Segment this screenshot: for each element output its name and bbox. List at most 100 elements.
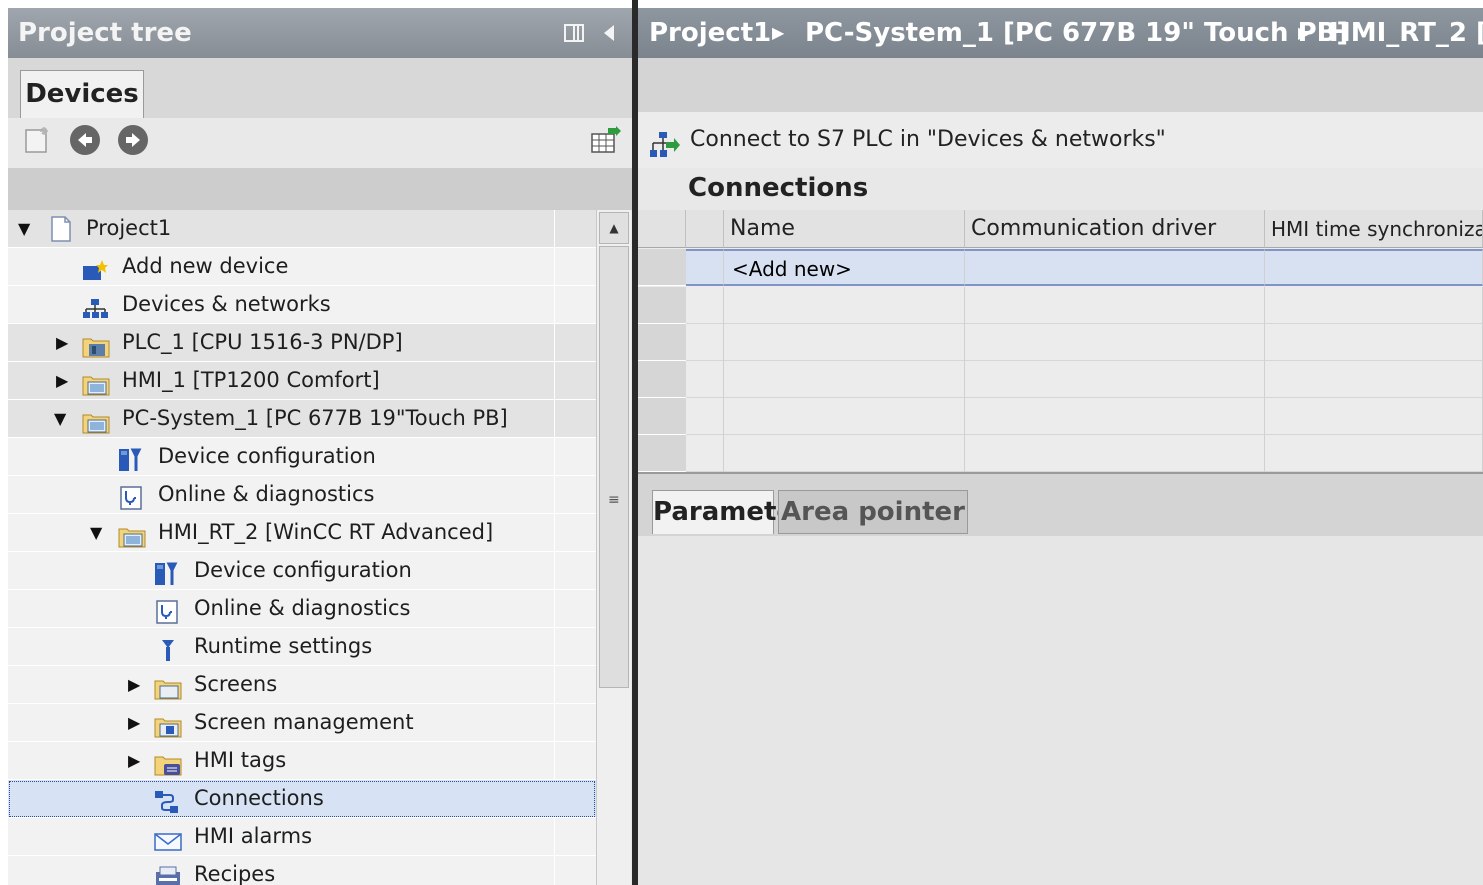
diagnostics-icon [120, 485, 142, 510]
table-cell [724, 361, 965, 398]
tree-item-label: Online & diagnostics [194, 596, 411, 620]
tree-item-label: Devices & networks [122, 292, 331, 316]
tree-item-label: HMI_RT_2 [WinCC RT Advanced] [158, 520, 494, 544]
connect-plc-row[interactable]: Connect to S7 PLC in "Devices & networks… [638, 112, 1483, 168]
table-cell[interactable] [686, 249, 724, 286]
table-cell [965, 435, 1265, 472]
tree-item-pc-system1[interactable]: ▼ PC-System_1 [PC 677B 19"Touch PB] [8, 400, 596, 438]
project-icon [50, 216, 72, 242]
tree-item-label: Add new device [122, 254, 289, 278]
expand-arrow[interactable]: ▶ [56, 324, 68, 361]
tree-item-label: Device configuration [158, 444, 376, 468]
project-tree-toolbar [8, 118, 632, 168]
expand-arrow[interactable]: ▶ [56, 362, 68, 399]
forward-icon[interactable] [118, 125, 148, 155]
breadcrumb-separator-icon: ▶ [1298, 23, 1311, 42]
grip-icon: ≡ [608, 492, 620, 508]
table-cell [686, 324, 724, 361]
tree-item-project1[interactable]: ▼ Project1 [8, 210, 596, 248]
tree-item-label: HMI tags [194, 748, 287, 772]
new-item-icon[interactable] [24, 126, 54, 158]
add-new-connection-cell[interactable]: <Add new> [724, 249, 965, 286]
column-header-time-sync[interactable]: HMI time synchronization mode [1265, 210, 1483, 248]
breadcrumb-item-project[interactable]: Project1 [649, 8, 771, 58]
expand-arrow[interactable]: ▼ [90, 514, 102, 551]
tree-item-devices-networks[interactable]: Devices & networks [8, 286, 596, 324]
expand-arrow[interactable]: ▶ [128, 666, 140, 703]
tree-item-connections[interactable]: Connections [8, 780, 596, 818]
connect-plc-link[interactable]: Connect to S7 PLC in "Devices & networks… [690, 112, 1166, 168]
expand-arrow[interactable]: ▼ [54, 400, 66, 437]
tree-item-hmi-rt2[interactable]: ▼ HMI_RT_2 [WinCC RT Advanced] [8, 514, 596, 552]
expand-arrow[interactable]: ▶ [128, 742, 140, 779]
table-cell [1265, 324, 1483, 361]
project-tree: ▼ Project1 Add new device Devices & netw… [8, 210, 596, 885]
breadcrumb-item-hmi-rt[interactable]: HMI_RT_2 [V [1329, 8, 1483, 58]
expand-arrow[interactable]: ▶ [128, 704, 140, 741]
row-header [638, 324, 686, 361]
tree-item-screen-management[interactable]: ▶ Screen management [8, 704, 596, 742]
export-icon[interactable] [590, 126, 622, 160]
table-cell[interactable] [1265, 249, 1483, 286]
tree-item-hmi1[interactable]: ▶ HMI_1 [TP1200 Comfort] [8, 362, 596, 400]
tab-devices[interactable]: Devices [20, 70, 144, 119]
connection-icon [154, 789, 178, 813]
tree-item-rt-online-diagnostics[interactable]: Online & diagnostics [8, 590, 596, 628]
network-connect-icon [648, 126, 680, 182]
row-header[interactable] [638, 249, 686, 286]
tree-item-label: Online & diagnostics [158, 482, 375, 506]
tree-item-label: Screen management [194, 710, 414, 734]
tree-header-bar [8, 168, 632, 210]
tree-item-online-diagnostics[interactable]: Online & diagnostics [8, 476, 596, 514]
project-tree-title: Project tree [18, 18, 192, 48]
tree-scrollbar[interactable]: ▲ ≡ [596, 210, 631, 885]
diagnostics-icon [156, 599, 178, 624]
table-cell [1265, 398, 1483, 435]
tree-item-hmi-alarms[interactable]: HMI alarms [8, 818, 596, 856]
folder-plc-icon [82, 333, 110, 358]
properties-tabs: Parameters Area pointer [638, 474, 1483, 537]
project-tree-panel: Project tree Devices ▼ Project1 Add new … [8, 8, 632, 885]
table-cell [965, 361, 1265, 398]
tree-item-label: HMI_1 [TP1200 Comfort] [122, 368, 380, 392]
connections-table: Name Communication driver HMI time synch… [638, 210, 1483, 474]
tree-item-hmi-tags[interactable]: ▶ HMI tags [8, 742, 596, 780]
tree-item-label: Device configuration [194, 558, 412, 582]
device-config-icon [154, 561, 178, 585]
back-icon[interactable] [70, 125, 100, 155]
tab-parameters[interactable]: Parameters [652, 490, 822, 534]
tab-area-pointer[interactable]: Area pointer [778, 490, 968, 534]
table-cell [686, 398, 724, 435]
tree-item-recipes[interactable]: Recipes [8, 856, 596, 885]
row-header [638, 398, 686, 435]
properties-content [638, 536, 1483, 885]
table-cell [724, 287, 965, 324]
column-header-driver[interactable]: Communication driver [965, 210, 1265, 248]
wrench-icon [158, 637, 180, 661]
tree-item-label: Screens [194, 672, 278, 696]
folder-screen-mgmt-icon [154, 713, 182, 738]
folder-hmi-icon [82, 371, 110, 396]
editor-toolbar-area [638, 58, 1483, 112]
scroll-up-button[interactable]: ▲ [599, 212, 629, 244]
tree-item-rt-device-config[interactable]: Device configuration [8, 552, 596, 590]
tree-item-runtime-settings[interactable]: Runtime settings [8, 628, 596, 666]
row-header [638, 361, 686, 398]
tree-item-screens[interactable]: ▶ Screens [8, 666, 596, 704]
scroll-thumb[interactable]: ≡ [599, 246, 629, 688]
collapse-left-icon[interactable] [602, 8, 616, 58]
tree-item-plc1[interactable]: ▶ PLC_1 [CPU 1516-3 PN/DP] [8, 324, 596, 362]
breadcrumb-item-pc-system[interactable]: PC-System_1 [PC 677B 19" Touch PB] [805, 8, 1348, 58]
column-header-name[interactable]: Name [724, 210, 965, 248]
pane-layout-icon[interactable] [564, 8, 584, 58]
tree-item-label: PLC_1 [CPU 1516-3 PN/DP] [122, 330, 403, 354]
folder-runtime-icon [118, 523, 146, 548]
tree-item-label: Runtime settings [194, 634, 373, 658]
table-cell[interactable] [965, 249, 1265, 286]
expand-arrow[interactable]: ▼ [18, 210, 30, 247]
tree-item-device-config[interactable]: Device configuration [8, 438, 596, 476]
table-cell [724, 435, 965, 472]
tree-item-add-device[interactable]: Add new device [8, 248, 596, 286]
table-cell [724, 398, 965, 435]
tree-item-label: Connections [194, 786, 324, 810]
